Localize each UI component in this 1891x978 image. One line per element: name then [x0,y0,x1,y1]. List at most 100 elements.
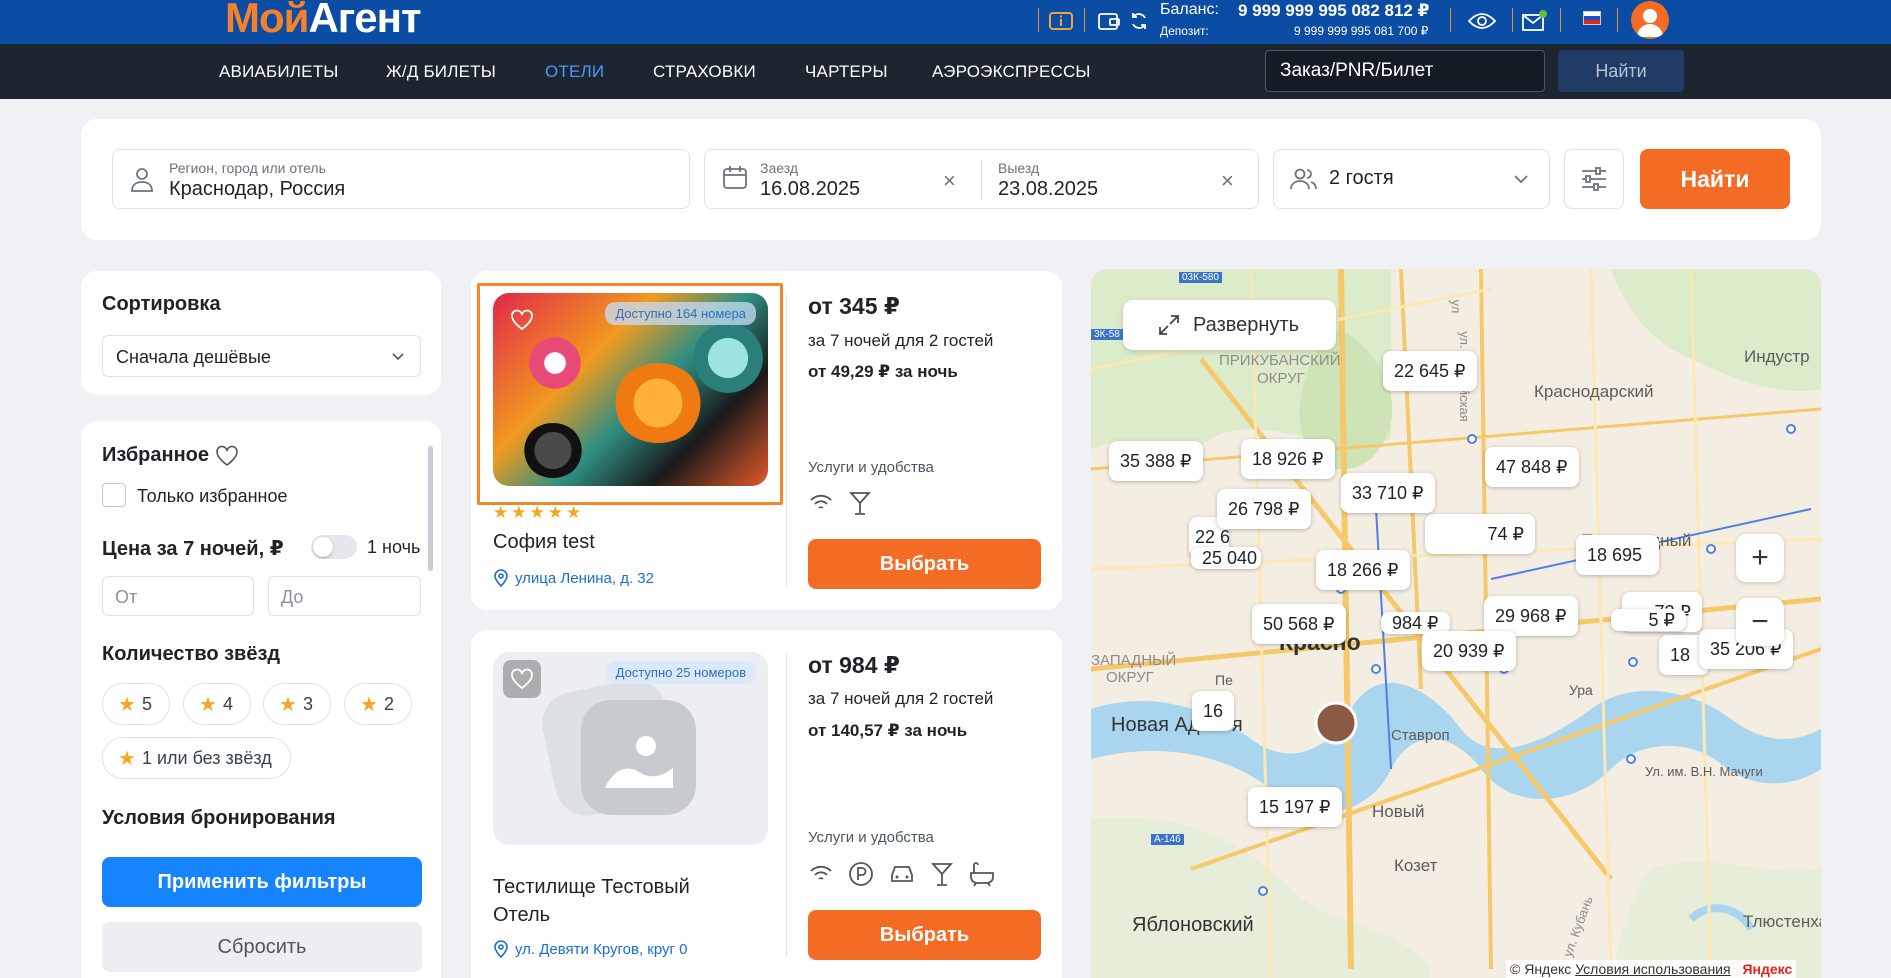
logo[interactable]: МойАгент [225,0,422,39]
hotel-photo[interactable]: Доступно 164 номера [493,293,768,486]
balance-value: 9 999 999 995 082 812 ₽ [1238,1,1430,20]
zoom-out-button[interactable]: − [1736,598,1784,646]
nav-item-rail[interactable]: Ж/Д БИЛЕТЫ [386,62,496,82]
star-filter-2[interactable]: ★ 2 [344,683,412,725]
map-copyright: © Яндекс Условия использования Яндекс [1506,960,1797,978]
services-icons [808,490,872,516]
map-price-marker[interactable]: 20 939 ₽ [1422,631,1516,671]
map-price-marker[interactable]: 22 645 ₽ [1383,351,1477,391]
clear-checkin-icon[interactable]: × [943,168,956,194]
search-button[interactable]: Найти [1640,149,1790,209]
balance-label: Баланс: [1160,1,1219,18]
map-price-marker[interactable]: 29 968 ₽ [1484,596,1578,636]
hotel-name[interactable]: Тестилище Тестовый Отель [493,873,743,929]
russian-flag-icon[interactable] [1583,11,1601,25]
map-place-label: Ура [1569,682,1593,698]
map-district-label: ЗАПАДНЫЙ [1091,652,1177,669]
map-price-marker[interactable]: 26 798 ₽ [1217,489,1311,529]
map-price-marker[interactable]: 18 695 [1576,535,1659,575]
star-filter-3[interactable]: ★ 3 [263,683,331,725]
map-street-label: ул [1448,299,1464,314]
map-place-label: Козет [1394,856,1438,875]
favorites-title: Избранное [102,444,210,466]
nav-item-aeroexpress[interactable]: АЭРОЭКСПРЕССЫ [932,62,1091,82]
map-price-marker[interactable]: 33 710 ₽ [1341,473,1435,513]
location-pin-icon [494,569,508,587]
price-from-input[interactable]: От [102,576,254,616]
nav-item-insurance[interactable]: СТРАХОВКИ [653,62,756,82]
car-icon [891,866,913,882]
apply-filters-button[interactable]: Применить фильтры [102,857,422,907]
avatar[interactable] [1631,1,1669,39]
choose-button[interactable]: Выбрать [808,539,1041,589]
map-price-marker[interactable]: 74 ₽ [1425,514,1535,554]
map-place-label: Пе [1215,672,1233,688]
zoom-in-button[interactable]: + [1736,534,1784,582]
clear-checkout-icon[interactable]: × [1221,168,1234,194]
wifi-icon [810,865,832,880]
map-road-label: А-146 [1151,834,1184,845]
checkout-value[interactable]: 23.08.2025 [998,178,1098,201]
hotel-name[interactable]: София test [493,528,595,556]
pnr-search-input[interactable] [1265,50,1545,92]
region-value: Краснодар, Россия [169,178,346,200]
pnr-find-button[interactable]: Найти [1558,50,1684,92]
star-filter-none[interactable]: ★ 1 или без звёзд [102,737,291,779]
heart-icon [511,668,533,690]
nav-item-charters[interactable]: ЧАРТЕРЫ [805,62,888,82]
region-field[interactable]: Регион, город или отель Краснодар, Росси… [112,149,690,209]
filters-card: Избранное Только избранное Цена за 7 ноч… [81,421,441,978]
refresh-icon[interactable] [1126,8,1152,34]
parking-icon [849,862,873,886]
nav-item-avia[interactable]: АВИАБИЛЕТЫ [219,62,339,82]
favorite-button[interactable] [503,660,541,698]
map-price-marker[interactable]: 16 [1192,691,1235,731]
filters-toggle-button[interactable] [1564,149,1624,209]
divider [1617,8,1618,32]
guests-field[interactable]: 2 гостя [1273,149,1550,209]
map-price-marker[interactable]: 18 266 ₽ [1316,550,1410,590]
hotel-card[interactable]: Доступно 25 номеров Тестилище Тестовый О… [471,630,1062,978]
star-filter-4[interactable]: ★ 4 [183,683,251,725]
checkout-label: Выезд [998,160,1040,176]
map-price-marker[interactable]: 5 ₽ [1611,609,1686,631]
wallet-icon[interactable] [1096,8,1122,34]
filters-scrollbar[interactable] [428,446,433,571]
info-icon[interactable] [1048,8,1074,34]
chevron-down-icon [392,353,404,361]
hotel-price-per-night: от 140,57 ₽ за ночь [808,721,968,740]
map-price-marker[interactable]: 25 040 ₽ [1191,547,1261,569]
one-night-toggle[interactable] [311,535,357,559]
star-icon: ★ [118,693,136,716]
choose-button[interactable]: Выбрать [808,910,1041,960]
hotel-address[interactable]: ул. Девяти Кругов, круг 0 [493,940,688,958]
search-panel: Регион, город или отель Краснодар, Росси… [81,119,1821,240]
hotel-card[interactable]: Доступно 164 номера ★★★★★ София test ули… [471,271,1062,610]
deposit-label: Депозит: [1160,24,1209,38]
favorite-button[interactable] [503,301,541,339]
map-price-marker[interactable]: 15 197 ₽ [1248,787,1342,827]
map-place-label: Краснодарский [1534,382,1654,401]
map-terms-link[interactable]: Условия использования [1575,961,1730,977]
map-price-marker[interactable]: 47 848 ₽ [1485,447,1579,487]
favorites-only-checkbox[interactable] [102,483,126,507]
eye-icon[interactable] [1467,8,1497,34]
checkin-value[interactable]: 16.08.2025 [760,178,860,201]
sort-card: Сортировка Сначала дешёвые [81,271,441,395]
reset-filters-button[interactable]: Сбросить [102,922,422,972]
nav-item-hotels[interactable]: ОТЕЛИ [545,62,604,82]
dates-field[interactable]: Заезд 16.08.2025 × Выезд 23.08.2025 × [704,149,1259,209]
expand-map-button[interactable]: Развернуть [1123,300,1336,350]
map-price-marker[interactable]: 18 926 ₽ [1241,439,1335,479]
hotels-map[interactable]: Развернуть 03К-580 3К-58 А-146 ул. Росси… [1091,269,1821,978]
mail-icon[interactable] [1522,8,1548,34]
expand-icon [1159,315,1179,335]
map-price-marker[interactable]: 35 388 ₽ [1109,441,1203,481]
hotel-photo-placeholder[interactable]: Доступно 25 номеров [493,652,768,845]
calendar-icon [721,164,751,194]
sort-select[interactable]: Сначала дешёвые [102,335,421,377]
star-filter-5[interactable]: ★ 5 [102,683,170,725]
hotel-address[interactable]: улица Ленина, д. 32 [493,569,654,587]
price-to-input[interactable]: До [268,576,421,616]
map-price-marker[interactable]: 50 568 ₽ [1252,604,1346,644]
